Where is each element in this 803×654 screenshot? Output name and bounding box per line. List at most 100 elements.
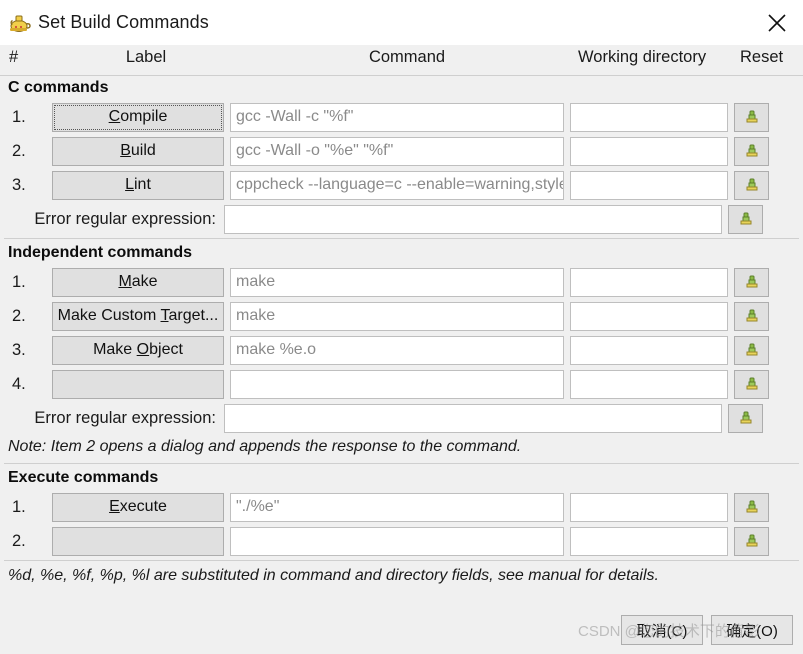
error-regex-row-independent: Error regular expression: bbox=[0, 401, 803, 435]
command-row: 1. Execute "./%e" bbox=[0, 490, 803, 524]
independent-commands-note: Note: Item 2 opens a dialog and appends … bbox=[8, 438, 522, 455]
workdir-input-execute-2[interactable] bbox=[570, 526, 728, 556]
label-button-text: Make bbox=[118, 273, 158, 290]
command-input-execute[interactable]: "./%e" bbox=[230, 492, 564, 522]
set-build-commands-dialog: Set Build Commands # Label Command Worki… bbox=[0, 0, 803, 654]
reset-button-execute[interactable] bbox=[734, 492, 769, 522]
label-button-text: Execute bbox=[109, 498, 167, 515]
command-input-value: make %e.o bbox=[236, 341, 317, 358]
section-title-independent-commands: Independent commands bbox=[8, 244, 193, 261]
command-row: 2. Make Custom Target... make bbox=[0, 299, 803, 333]
label-button-text: Compile bbox=[108, 108, 168, 125]
reset-button-lint[interactable] bbox=[734, 170, 769, 200]
command-row: 2. bbox=[0, 524, 803, 558]
row-number: 4. bbox=[12, 374, 26, 393]
label-button-execute-2[interactable] bbox=[52, 526, 224, 556]
label-button-compile[interactable]: Compile bbox=[52, 102, 224, 132]
label-button-text: Make Object bbox=[93, 341, 183, 358]
broom-icon bbox=[746, 178, 757, 191]
broom-icon bbox=[746, 144, 757, 157]
label-button-make-custom-target[interactable]: Make Custom Target... bbox=[52, 301, 224, 331]
column-header-number: # bbox=[9, 48, 19, 66]
section-title-execute-commands: Execute commands bbox=[8, 469, 159, 486]
workdir-input-make[interactable] bbox=[570, 267, 728, 297]
error-regex-input-independent[interactable] bbox=[224, 403, 722, 433]
command-row: 2. Build gcc -Wall -o "%e" "%f" bbox=[0, 134, 803, 168]
command-input-value: make bbox=[236, 307, 276, 324]
column-header-working-directory: Working directory bbox=[578, 48, 707, 66]
label-button-text: Make Custom Target... bbox=[57, 307, 219, 324]
section-divider bbox=[4, 238, 799, 239]
broom-icon bbox=[746, 377, 757, 390]
label-button-build[interactable]: Build bbox=[52, 136, 224, 166]
ok-button[interactable]: 确定(O) bbox=[711, 615, 793, 645]
title-bar: Set Build Commands bbox=[0, 0, 803, 45]
command-input-value: "./%e" bbox=[236, 498, 280, 515]
column-header-row: # Label Command Working directory Reset bbox=[0, 45, 803, 76]
command-input-make[interactable]: make bbox=[230, 267, 564, 297]
column-header-label: Label bbox=[125, 48, 167, 66]
section-title-c-commands: C commands bbox=[8, 79, 109, 96]
command-input-build[interactable]: gcc -Wall -o "%e" "%f" bbox=[230, 136, 564, 166]
error-regex-label: Error regular expression: bbox=[34, 408, 216, 427]
command-input-independent-4[interactable] bbox=[230, 369, 564, 399]
command-input-value: gcc -Wall -c "%f" bbox=[236, 108, 354, 125]
workdir-input-make-custom-target[interactable] bbox=[570, 301, 728, 331]
label-button-make[interactable]: Make bbox=[52, 267, 224, 297]
workdir-input-build[interactable] bbox=[570, 136, 728, 166]
command-input-value: make bbox=[236, 273, 276, 290]
reset-button-independent-4[interactable] bbox=[734, 369, 769, 399]
dialog-body: C commands 1. Compile gcc -Wall -c "%f" … bbox=[0, 76, 803, 606]
reset-button-execute-2[interactable] bbox=[734, 526, 769, 556]
reset-button-make-object[interactable] bbox=[734, 335, 769, 365]
broom-icon bbox=[740, 212, 751, 225]
command-input-make-custom-target[interactable]: make bbox=[230, 301, 564, 331]
row-number: 1. bbox=[12, 107, 26, 126]
close-icon[interactable] bbox=[751, 0, 803, 45]
label-button-lint[interactable]: Lint bbox=[52, 170, 224, 200]
label-button-make-object[interactable]: Make Object bbox=[52, 335, 224, 365]
broom-icon bbox=[746, 500, 757, 513]
command-row: 4. bbox=[0, 367, 803, 401]
column-header-reset: Reset bbox=[740, 48, 784, 66]
cancel-button[interactable]: 取消(C) bbox=[621, 615, 703, 645]
reset-button-build[interactable] bbox=[734, 136, 769, 166]
reset-button-make[interactable] bbox=[734, 267, 769, 297]
row-number: 2. bbox=[12, 306, 26, 325]
row-number: 1. bbox=[12, 497, 26, 516]
workdir-input-execute[interactable] bbox=[570, 492, 728, 522]
broom-icon bbox=[746, 534, 757, 547]
section-divider bbox=[4, 560, 799, 561]
command-input-lint[interactable]: cppcheck --language=c --enable=warning,s… bbox=[230, 170, 564, 200]
command-row: 1. Make make bbox=[0, 265, 803, 299]
dialog-footer: 取消(C) 确定(O) bbox=[0, 606, 803, 654]
broom-icon bbox=[746, 110, 757, 123]
workdir-input-make-object[interactable] bbox=[570, 335, 728, 365]
command-row: 1. Compile gcc -Wall -c "%f" bbox=[0, 100, 803, 134]
error-regex-row-c: Error regular expression: bbox=[0, 202, 803, 236]
label-button-independent-4[interactable] bbox=[52, 369, 224, 399]
reset-button-error-regex-independent[interactable] bbox=[728, 403, 763, 433]
command-input-make-object[interactable]: make %e.o bbox=[230, 335, 564, 365]
reset-button-make-custom-target[interactable] bbox=[734, 301, 769, 331]
reset-button-error-regex-c[interactable] bbox=[728, 204, 763, 234]
workdir-input-lint[interactable] bbox=[570, 170, 728, 200]
broom-icon bbox=[746, 343, 757, 356]
window-title: Set Build Commands bbox=[38, 12, 209, 32]
command-input-compile[interactable]: gcc -Wall -c "%f" bbox=[230, 102, 564, 132]
command-row: 3. Lint cppcheck --language=c --enable=w… bbox=[0, 168, 803, 202]
row-number: 2. bbox=[12, 141, 26, 160]
column-header-command: Command bbox=[368, 48, 446, 66]
command-input-execute-2[interactable] bbox=[230, 526, 564, 556]
workdir-input-independent-4[interactable] bbox=[570, 369, 728, 399]
broom-icon bbox=[746, 309, 757, 322]
error-regex-input-c[interactable] bbox=[224, 204, 722, 234]
error-regex-label: Error regular expression: bbox=[34, 209, 216, 228]
command-row: 3. Make Object make %e.o bbox=[0, 333, 803, 367]
command-input-value: cppcheck --language=c --enable=warning,s… bbox=[236, 176, 564, 193]
broom-icon bbox=[740, 411, 751, 424]
workdir-input-compile[interactable] bbox=[570, 102, 728, 132]
row-number: 3. bbox=[12, 340, 26, 359]
label-button-execute[interactable]: Execute bbox=[52, 492, 224, 522]
reset-button-compile[interactable] bbox=[734, 102, 769, 132]
